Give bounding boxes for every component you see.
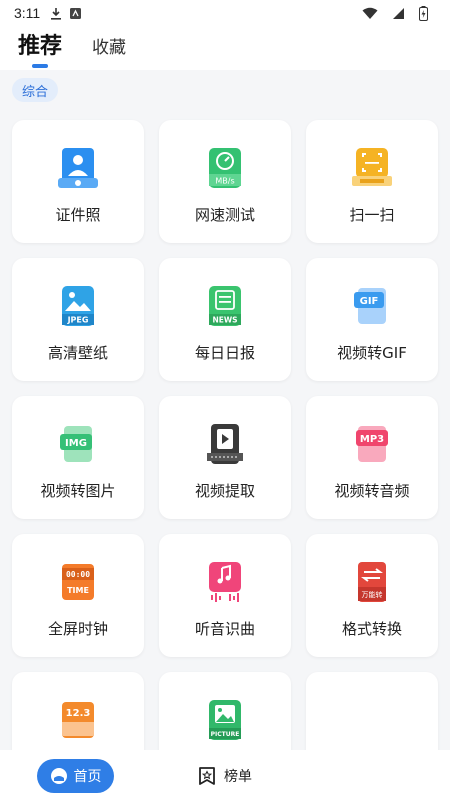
nav-rank-button[interactable]: 榜单: [198, 759, 252, 793]
tab-favorites[interactable]: 收藏: [92, 33, 126, 70]
picture-icon-text: PICTURE: [211, 731, 240, 738]
tool-label: 视频提取: [194, 482, 255, 500]
home-icon: [50, 768, 67, 784]
tool-card-music-recognition[interactable]: 听音识曲: [159, 534, 291, 657]
tool-label: 视频转GIF: [337, 344, 407, 362]
app-notification-icon: [70, 7, 82, 19]
clock-icon-label-text: TIME: [67, 586, 89, 595]
tool-card-wallpaper[interactable]: JPEG 高清壁纸: [12, 258, 144, 381]
tool-grid: 证件照 MB/s 网速测试 扫一扫 JPEG 高清壁纸 NEWS 每日日报 GI…: [12, 120, 438, 750]
tool-label: 网速测试: [194, 206, 255, 224]
daily-news-icon: NEWS: [209, 286, 241, 326]
tool-card-speed-test[interactable]: MB/s 网速测试: [159, 120, 291, 243]
music-recognition-icon: [209, 562, 241, 602]
convert-icon-text: 万能转: [362, 590, 383, 599]
category-chip-comprehensive[interactable]: 综合: [12, 78, 59, 102]
mp3-icon: MP3: [356, 426, 388, 462]
tool-card-video-to-image[interactable]: IMG 视频转图片: [12, 396, 144, 519]
tab-recommend-label: 推荐: [18, 34, 63, 59]
tab-recommend[interactable]: 推荐: [18, 28, 62, 70]
news-icon-text: NEWS: [212, 316, 237, 325]
wifi-icon: [362, 7, 378, 20]
format-convert-icon: 万能转: [358, 562, 386, 602]
scan-icon: [352, 148, 392, 186]
tool-card-video-to-audio[interactable]: MP3 视频转音频: [306, 396, 438, 519]
download-icon: [50, 7, 62, 20]
img-icon-text: IMG: [65, 438, 87, 449]
speed-icon-text: MB/s: [215, 177, 234, 186]
tool-label: 每日日报: [194, 344, 255, 362]
picture-icon: PICTURE: [209, 700, 241, 740]
wallpaper-icon-text: JPEG: [67, 316, 89, 325]
battery-icon: [419, 5, 428, 21]
nav-home-label: 首页: [73, 769, 102, 785]
tool-label: 全屏时钟: [47, 620, 108, 638]
calc-icon-text: 12.3: [66, 708, 91, 719]
gif-icon-text: GIF: [360, 296, 379, 307]
video-extract-icon: [207, 424, 243, 464]
tool-label: 视频转图片: [40, 482, 116, 500]
bookmark-star-icon: [199, 767, 215, 785]
tab-favorites-label: 收藏: [92, 38, 127, 58]
tool-card-fullscreen-clock[interactable]: 00:00 TIME 全屏时钟: [12, 534, 144, 657]
tool-card-daily-news[interactable]: NEWS 每日日报: [159, 258, 291, 381]
tool-label: 听音识曲: [194, 620, 255, 638]
id-photo-icon: [58, 148, 98, 188]
tool-card-scan[interactable]: 扫一扫: [306, 120, 438, 243]
mp3-icon-text: MP3: [360, 434, 384, 445]
img-icon: IMG: [60, 426, 92, 462]
tool-card-calculator[interactable]: 12.3: [12, 672, 144, 750]
status-bar: 3:11: [0, 0, 450, 26]
tool-label: 视频转音频: [334, 482, 410, 500]
calculator-icon: 12.3: [62, 702, 94, 738]
tool-label: 证件照: [55, 206, 101, 224]
tool-label: 高清壁纸: [47, 344, 108, 362]
tool-card-id-photo[interactable]: 证件照: [12, 120, 144, 243]
top-tabs: 推荐 收藏: [0, 26, 450, 70]
clock-icon: 00:00 TIME: [62, 564, 94, 600]
tool-label: 格式转换: [341, 620, 402, 638]
tool-label: 扫一扫: [349, 206, 395, 224]
tool-card-empty: [306, 672, 438, 750]
gif-icon: GIF: [354, 288, 386, 324]
tab-active-indicator: [32, 64, 48, 68]
tool-card-picture[interactable]: PICTURE: [159, 672, 291, 750]
status-time: 3:11: [14, 5, 41, 21]
signal-icon: [392, 7, 405, 20]
nav-home-button[interactable]: 首页: [37, 759, 114, 793]
tool-card-format-convert[interactable]: 万能转 格式转换: [306, 534, 438, 657]
tool-card-video-extract[interactable]: 视频提取: [159, 396, 291, 519]
tool-card-video-to-gif[interactable]: GIF 视频转GIF: [306, 258, 438, 381]
nav-rank-label: 榜单: [224, 769, 252, 785]
speed-test-icon: MB/s: [209, 148, 241, 188]
wallpaper-icon: JPEG: [62, 286, 94, 326]
bottom-nav: 首页 榜单: [0, 750, 450, 800]
main-content: 综合 证件照 MB/s 网速测试 扫一扫 JPEG 高清壁纸 NEWS 每日日报…: [0, 70, 450, 750]
clock-icon-time-text: 00:00: [66, 570, 90, 579]
